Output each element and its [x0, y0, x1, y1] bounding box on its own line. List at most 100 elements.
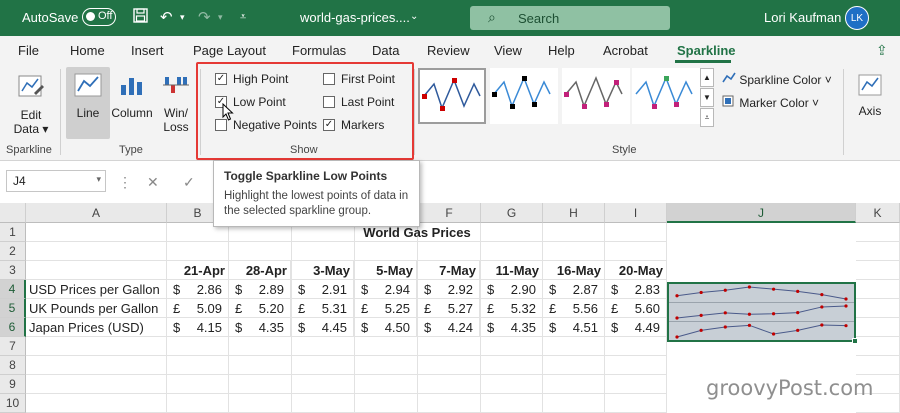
tab-data[interactable]: Data: [372, 43, 399, 58]
undo-icon[interactable]: ↶: [160, 8, 173, 26]
marker-color-button[interactable]: Marker Color ˅: [722, 95, 819, 110]
customize-toolbar-icon[interactable]: ⩡: [240, 11, 246, 24]
grid-cell[interactable]: [418, 394, 481, 413]
tab-insert[interactable]: Insert: [131, 43, 164, 58]
date-header[interactable]: 11-May: [481, 261, 543, 280]
grid-cell[interactable]: [26, 394, 167, 413]
autosave-toggle[interactable]: Off: [82, 8, 116, 26]
grid-cell[interactable]: [292, 337, 355, 356]
gallery-more-button[interactable]: ⩡: [700, 108, 714, 127]
row-header[interactable]: 7: [0, 337, 26, 356]
edit-data-button[interactable]: Edit Data ▾: [8, 73, 54, 136]
grid-cell[interactable]: [229, 242, 292, 261]
winloss-type-button[interactable]: Win/ Loss: [156, 71, 196, 134]
value-cell[interactable]: £5.56: [543, 299, 605, 318]
value-cell[interactable]: £5.27: [418, 299, 480, 318]
value-cell[interactable]: $2.83: [605, 280, 667, 299]
grid-cell[interactable]: [418, 356, 481, 375]
value-cell[interactable]: £5.25: [355, 299, 417, 318]
date-header[interactable]: 3-May: [292, 261, 354, 280]
style-thumb-2[interactable]: [490, 68, 558, 124]
column-header[interactable]: K: [856, 203, 900, 223]
series-label[interactable]: UK Pounds per Gallon: [26, 299, 167, 318]
grid-cell[interactable]: [481, 375, 543, 394]
grid-cell[interactable]: [856, 356, 900, 375]
date-header[interactable]: 20-May: [605, 261, 667, 280]
grid-cell[interactable]: [355, 242, 418, 261]
grid-cell[interactable]: [355, 356, 418, 375]
date-header[interactable]: 16-May: [543, 261, 605, 280]
grid-cell[interactable]: [26, 242, 167, 261]
grid-cell[interactable]: [355, 375, 418, 394]
tab-review[interactable]: Review: [427, 43, 470, 58]
grid-cell[interactable]: [167, 394, 229, 413]
value-cell[interactable]: £5.09: [167, 299, 229, 318]
grid-cell[interactable]: [543, 375, 605, 394]
column-header[interactable]: J: [667, 203, 856, 223]
value-cell[interactable]: $2.89: [229, 280, 291, 299]
redo-icon[interactable]: ↷: [198, 8, 211, 26]
undo-dropdown-icon[interactable]: ▾: [180, 12, 185, 23]
axis-button[interactable]: Axis: [852, 73, 888, 118]
value-cell[interactable]: $4.35: [229, 318, 291, 337]
grid-cell[interactable]: [167, 337, 229, 356]
column-type-button[interactable]: Column: [110, 71, 154, 120]
value-cell[interactable]: £5.20: [229, 299, 291, 318]
grid-cell[interactable]: [481, 356, 543, 375]
gallery-up-button[interactable]: ▲: [700, 68, 714, 87]
column-header[interactable]: H: [543, 203, 605, 223]
grid-cell[interactable]: [481, 394, 543, 413]
tab-file[interactable]: File: [18, 43, 39, 58]
grid-cell[interactable]: [229, 375, 292, 394]
tab-page-layout[interactable]: Page Layout: [193, 43, 266, 58]
name-box[interactable]: J4 ▾: [6, 170, 106, 192]
style-thumb-4[interactable]: [632, 68, 700, 124]
date-header[interactable]: 21-Apr: [167, 261, 229, 280]
grid-cell[interactable]: [292, 394, 355, 413]
value-cell[interactable]: £5.32: [481, 299, 543, 318]
grid-cell[interactable]: [26, 261, 167, 280]
grid-cell[interactable]: [543, 242, 605, 261]
value-cell[interactable]: $2.94: [355, 280, 417, 299]
sparkline-color-button[interactable]: Sparkline Color ˅: [722, 72, 832, 87]
value-cell[interactable]: $4.50: [355, 318, 417, 337]
save-icon[interactable]: [133, 8, 148, 27]
enter-icon[interactable]: ✓: [183, 174, 195, 191]
avatar[interactable]: LK: [845, 6, 869, 30]
value-cell[interactable]: $2.87: [543, 280, 605, 299]
grid-cell[interactable]: [229, 337, 292, 356]
series-label[interactable]: Japan Prices (USD): [26, 318, 167, 337]
gallery-down-button[interactable]: ▼: [700, 88, 714, 107]
grid-cell[interactable]: [856, 280, 900, 299]
date-header[interactable]: 7-May: [418, 261, 480, 280]
style-thumb-1[interactable]: [418, 68, 486, 124]
search-box[interactable]: ⌕ Search: [470, 6, 670, 30]
grid-cell[interactable]: [292, 242, 355, 261]
value-cell[interactable]: $2.92: [418, 280, 480, 299]
grid-cell[interactable]: [355, 337, 418, 356]
row-header[interactable]: 6: [0, 318, 26, 337]
value-cell[interactable]: $4.51: [543, 318, 605, 337]
grid-cell[interactable]: [543, 337, 605, 356]
grid-cell[interactable]: [167, 242, 229, 261]
filename-dropdown-icon[interactable]: ⌄: [410, 11, 418, 22]
grid-cell[interactable]: [229, 356, 292, 375]
value-cell[interactable]: £5.31: [292, 299, 354, 318]
column-header[interactable]: I: [605, 203, 667, 223]
row-header[interactable]: 10: [0, 394, 26, 413]
select-all-corner[interactable]: [0, 203, 26, 223]
grid-cell[interactable]: [26, 223, 167, 242]
row-header[interactable]: 4: [0, 280, 26, 299]
grid-cell[interactable]: [292, 375, 355, 394]
grid-cell[interactable]: [605, 356, 667, 375]
series-label[interactable]: USD Prices per Gallon: [26, 280, 167, 299]
value-cell[interactable]: $4.15: [167, 318, 229, 337]
grid-cell[interactable]: [167, 356, 229, 375]
grid-cell[interactable]: [26, 375, 167, 394]
row-header[interactable]: 3: [0, 261, 26, 280]
grid-cell[interactable]: [605, 242, 667, 261]
date-header[interactable]: 28-Apr: [229, 261, 291, 280]
grid-cell[interactable]: [481, 242, 543, 261]
value-cell[interactable]: $4.35: [481, 318, 543, 337]
value-cell[interactable]: $4.24: [418, 318, 480, 337]
